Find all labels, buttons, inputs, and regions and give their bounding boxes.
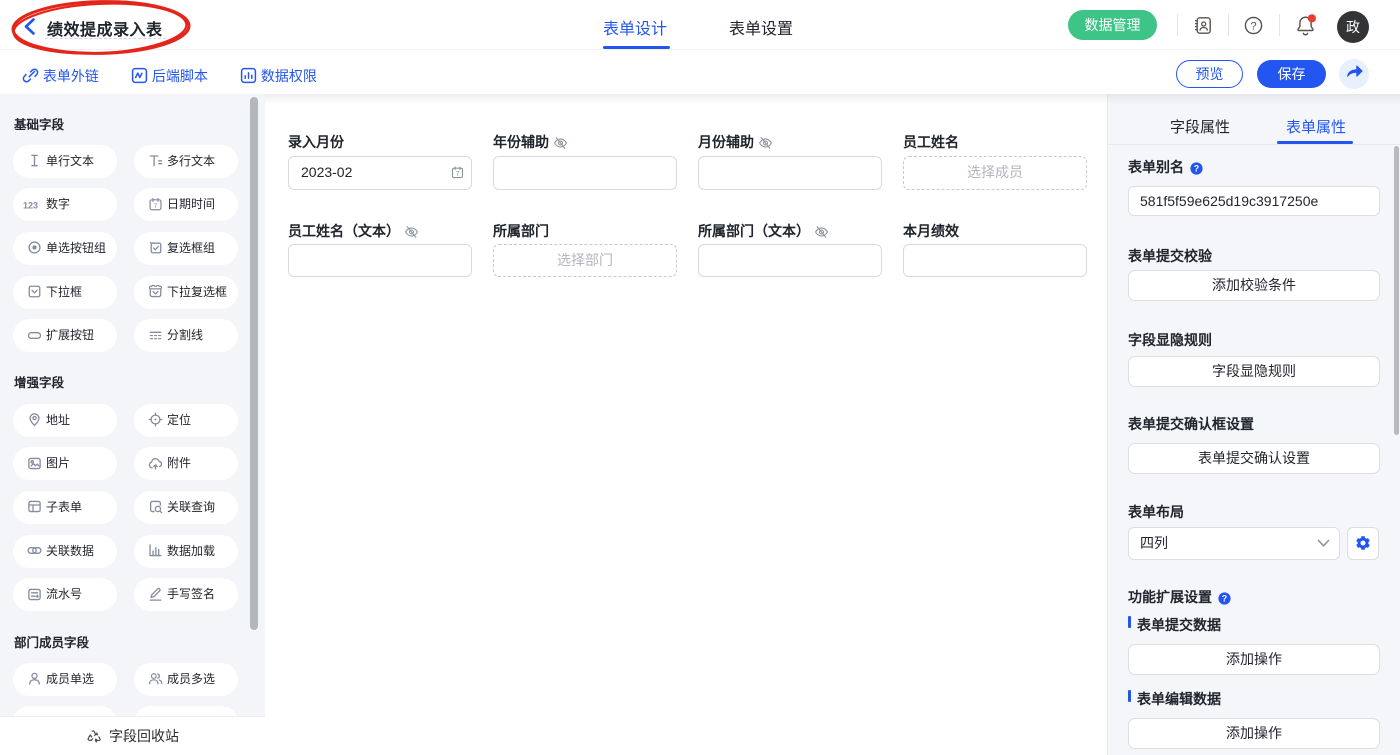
svg-text:7: 7 <box>456 171 460 178</box>
svg-text:123: 123 <box>23 200 38 210</box>
svg-text:?: ? <box>1250 20 1256 32</box>
svg-text:?: ? <box>1222 593 1227 603</box>
svg-text:7: 7 <box>154 203 158 210</box>
svg-text:?: ? <box>1194 163 1199 173</box>
